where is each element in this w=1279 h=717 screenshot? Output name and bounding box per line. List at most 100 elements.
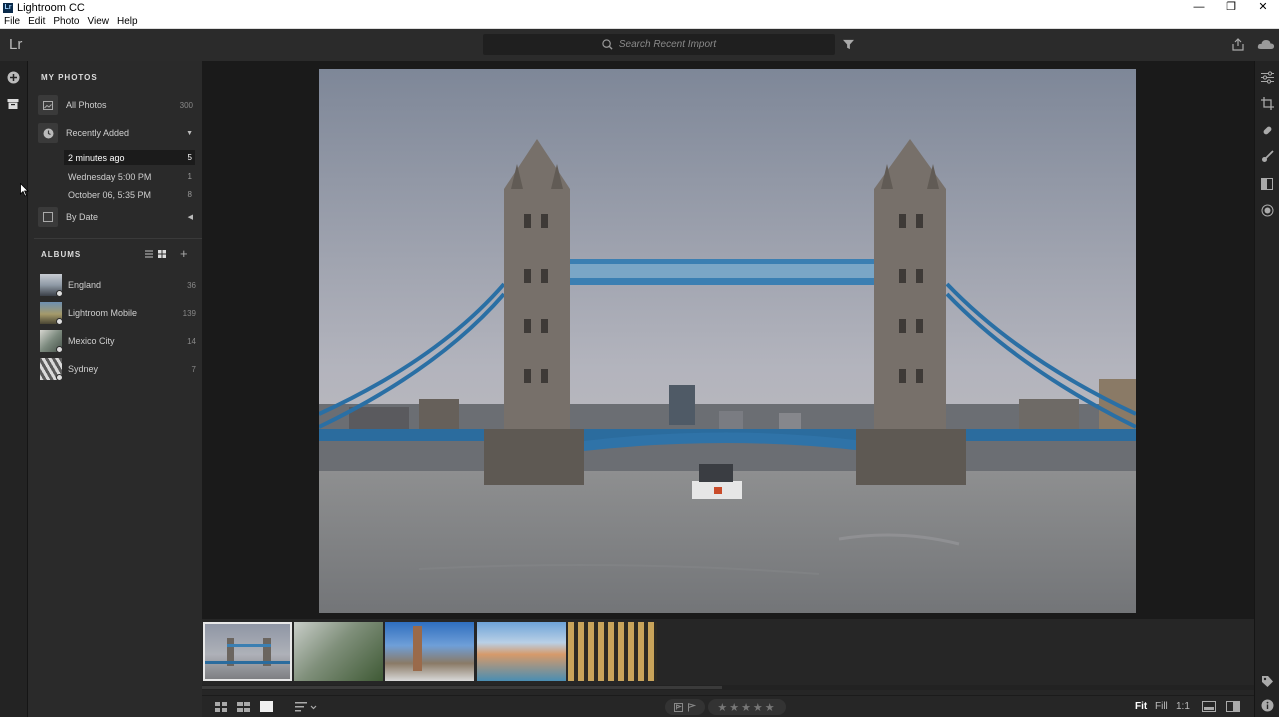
sync-check-icon — [56, 318, 63, 325]
filmstrip-scrollbar[interactable] — [202, 685, 1254, 690]
detail-view-icon[interactable] — [260, 701, 273, 712]
album-count: 36 — [187, 280, 196, 290]
healing-brush-icon[interactable] — [1261, 124, 1274, 137]
album-lightroom-mobile[interactable]: Lightroom Mobile 139 — [40, 302, 196, 325]
scroll-thumb[interactable] — [202, 686, 722, 689]
filmstrip-thumb-forest[interactable] — [294, 622, 383, 681]
crop-icon[interactable] — [1261, 97, 1274, 110]
radial-gradient-icon[interactable] — [1261, 204, 1274, 217]
recent-item-count: 5 — [187, 153, 192, 162]
menu-edit[interactable]: Edit — [28, 16, 45, 27]
right-edit-strip — [1254, 61, 1279, 717]
bottom-toolbar: ★★★★★ Fit Fill 1:1 — [202, 695, 1254, 717]
linear-gradient-icon[interactable] — [1261, 178, 1273, 190]
photos-sidebar: MY PHOTOS All Photos 300 Recently Added … — [28, 61, 202, 717]
album-thumbnail — [40, 302, 63, 325]
edit-sliders-icon[interactable] — [1261, 71, 1274, 84]
thumbnail-image — [205, 638, 290, 666]
sidebar-item-by-date[interactable]: By Date ◀ — [38, 206, 196, 228]
restore-icon[interactable]: ❐ — [1215, 0, 1247, 15]
recent-item-2-minutes-ago[interactable]: 2 minutes ago 5 — [64, 150, 195, 165]
sync-check-icon — [56, 374, 63, 381]
list-view-icon[interactable] — [145, 250, 153, 258]
zoom-1to1-button[interactable]: 1:1 — [1176, 701, 1190, 712]
album-count: 7 — [191, 364, 196, 374]
add-photos-icon[interactable] — [7, 71, 20, 84]
filmstrip-thumb-venice-canal[interactable] — [477, 622, 566, 681]
pick-flag-icon[interactable] — [674, 702, 683, 712]
zoom-fit-button[interactable]: Fit — [1135, 701, 1147, 712]
album-thumbnail — [40, 274, 63, 297]
photo-grid-icon[interactable] — [237, 702, 250, 712]
recent-item-label: 2 minutes ago — [68, 152, 125, 163]
keywords-tag-icon[interactable] — [1261, 675, 1274, 688]
minimize-icon[interactable]: — — [1183, 0, 1215, 15]
square-grid-icon[interactable] — [215, 702, 227, 712]
top-toolbar: Lr Search Recent Import — [0, 29, 1279, 61]
filmstrip-thumb-arcade[interactable] — [568, 622, 657, 681]
album-label: Lightroom Mobile — [68, 308, 138, 318]
close-icon[interactable]: ✕ — [1247, 0, 1279, 15]
menu-view[interactable]: View — [88, 16, 110, 27]
window-title: Lightroom CC — [17, 1, 85, 14]
recent-item-label: October 06, 5:35 PM — [68, 189, 152, 200]
filmstrip-thumb-tower-bridge[interactable] — [203, 622, 292, 681]
sync-check-icon — [56, 346, 63, 353]
menu-help[interactable]: Help — [117, 16, 138, 27]
recent-item-count: 1 — [187, 172, 192, 181]
sync-check-icon — [56, 290, 63, 297]
chevron-down-icon[interactable]: ▼ — [186, 130, 196, 137]
window-titlebar: Lr Lightroom CC — ❐ ✕ — [0, 0, 1279, 15]
sort-icon[interactable] — [295, 702, 317, 712]
sidebar-item-recently-added[interactable]: Recently Added ▼ — [38, 122, 196, 144]
chevron-left-icon[interactable]: ◀ — [188, 213, 196, 221]
star-rating[interactable]: ★★★★★ — [708, 699, 786, 715]
filmstrip-thumb-venice-tower[interactable] — [385, 622, 474, 681]
clock-icon — [38, 123, 58, 143]
filter-icon[interactable] — [843, 39, 854, 50]
filmstrip — [202, 619, 1254, 695]
album-england[interactable]: England 36 — [40, 274, 196, 297]
left-tool-strip — [0, 61, 28, 717]
photo-viewer — [202, 61, 1254, 619]
menu-photo[interactable]: Photo — [53, 16, 79, 27]
menu-bar: File Edit Photo View Help — [0, 15, 1279, 29]
zoom-fill-button[interactable]: Fill — [1155, 701, 1168, 712]
add-album-icon[interactable]: + — [180, 247, 188, 260]
recent-item-wednesday[interactable]: Wednesday 5:00 PM 1 — [64, 169, 195, 184]
album-thumbnail — [40, 330, 63, 353]
search-input[interactable]: Search Recent Import — [483, 34, 835, 55]
share-icon[interactable] — [1232, 38, 1244, 51]
photo-count: 300 — [179, 100, 193, 110]
album-thumbnail — [40, 358, 63, 381]
main-photo[interactable] — [319, 69, 1136, 613]
brush-icon[interactable] — [1261, 150, 1274, 163]
sidebar-item-all-photos[interactable]: All Photos 300 — [38, 94, 196, 116]
album-mexico-city[interactable]: Mexico City 14 — [40, 330, 196, 353]
cloud-icon[interactable] — [1257, 39, 1275, 50]
search-placeholder: Search Recent Import — [618, 39, 717, 50]
compare-view-icon[interactable] — [1226, 701, 1240, 712]
tower-bridge-photo — [319, 69, 1136, 613]
window-controls: — ❐ ✕ — [1183, 0, 1279, 15]
recent-item-october-06[interactable]: October 06, 5:35 PM 8 — [64, 187, 195, 202]
calendar-icon — [38, 207, 58, 227]
grid-view-icon[interactable] — [158, 250, 166, 258]
albums-heading: ALBUMS — [41, 250, 82, 259]
filmstrip-toggle-icon[interactable] — [1202, 701, 1216, 712]
thumbnail-image — [413, 626, 422, 671]
reject-flag-icon[interactable] — [687, 702, 696, 712]
recent-item-label: Wednesday 5:00 PM — [68, 171, 152, 182]
library-icon[interactable] — [7, 98, 19, 110]
album-sydney[interactable]: Sydney 7 — [40, 358, 196, 381]
app-icon: Lr — [3, 2, 13, 13]
album-label: Mexico City — [68, 336, 115, 346]
info-icon[interactable] — [1261, 699, 1274, 712]
album-label: Sydney — [68, 364, 99, 374]
lr-logo: Lr — [9, 36, 23, 53]
sidebar-item-label: By Date — [66, 212, 99, 222]
search-icon — [602, 39, 613, 50]
album-label: England — [68, 280, 102, 290]
sidebar-item-label: Recently Added — [66, 128, 130, 138]
menu-file[interactable]: File — [4, 16, 20, 27]
